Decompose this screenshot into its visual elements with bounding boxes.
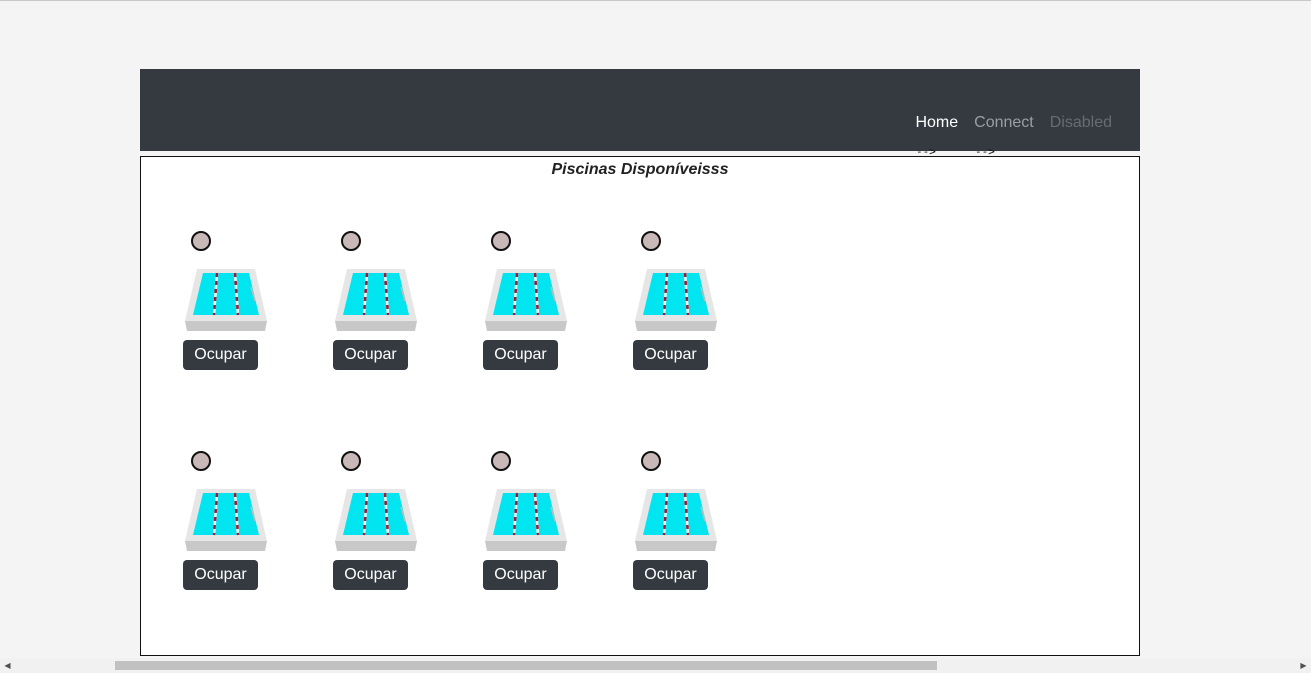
nav-home-link[interactable]: Home [907, 113, 966, 133]
horizontal-scrollbar[interactable]: ◀ ▶ [0, 658, 1311, 673]
panel-title: Piscinas Disponíveisss [551, 161, 729, 178]
ocupar-button[interactable]: Ocupar [183, 340, 258, 370]
status-dot [191, 231, 211, 251]
arrow-right-icon[interactable]: ▶ [1296, 658, 1311, 673]
swimming-pool-icon [331, 473, 421, 553]
nav-connect-link[interactable]: Connect [966, 113, 1042, 133]
pool-card: Ocupar [321, 231, 431, 381]
ocupar-button[interactable]: Ocupar [183, 560, 258, 590]
status-dot [641, 231, 661, 251]
pool-card: Ocupar [621, 451, 731, 601]
arrow-left-icon[interactable]: ◀ [0, 658, 15, 673]
ocupar-button[interactable]: Ocupar [483, 340, 558, 370]
swimming-pool-icon [631, 473, 721, 553]
status-dot [341, 231, 361, 251]
swimming-pool-icon [331, 253, 421, 333]
ocupar-button[interactable]: Ocupar [333, 560, 408, 590]
scrollbar-thumb[interactable] [115, 661, 937, 670]
ocupar-button[interactable]: Ocupar [333, 340, 408, 370]
status-dot [491, 451, 511, 471]
pool-card: Ocupar [171, 451, 281, 601]
status-dot [641, 451, 661, 471]
nav-links: Home Connect Disabled [907, 113, 1120, 133]
swimming-pool-icon [481, 473, 571, 553]
swimming-pool-icon [481, 253, 571, 333]
pool-card: Ocupar [471, 451, 581, 601]
status-dot [341, 451, 361, 471]
ocupar-button[interactable]: Ocupar [633, 560, 708, 590]
swimming-pool-icon [181, 473, 271, 553]
ocupar-button[interactable]: Ocupar [633, 340, 708, 370]
pool-card: Ocupar [321, 451, 431, 601]
status-dot [191, 451, 211, 471]
window-top-border [0, 0, 1311, 1]
status-dot [491, 231, 511, 251]
pool-card: Ocupar [171, 231, 281, 381]
swimming-pool-icon [181, 253, 271, 333]
pool-card: Ocupar [471, 231, 581, 381]
nav-disabled-link: Disabled [1049, 114, 1112, 131]
pool-card: Ocupar [621, 231, 731, 381]
swimming-pool-icon [631, 253, 721, 333]
ocupar-button[interactable]: Ocupar [483, 560, 558, 590]
navbar: Home Connect Disabled [140, 69, 1140, 151]
